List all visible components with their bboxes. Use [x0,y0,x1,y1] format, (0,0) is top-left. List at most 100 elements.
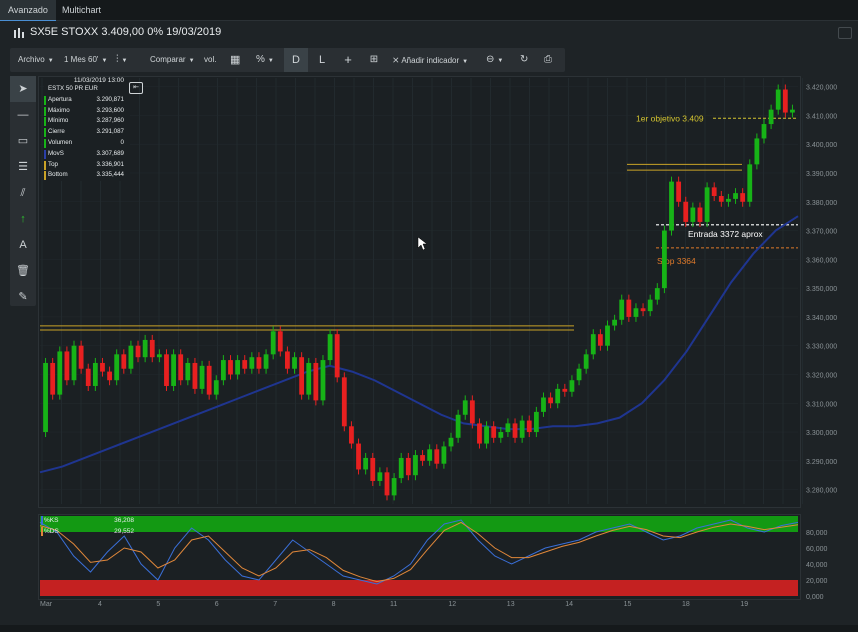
candle-body [220,360,226,381]
x-tick-label: 13 [507,601,515,608]
stoch-y-tick-label: 20,000 [806,578,828,585]
candle-body [413,455,418,476]
candle-body [178,354,184,381]
candle-body [285,351,290,369]
infobox-row: Apertura 3.290,871 [44,95,130,106]
candle-body [270,331,276,355]
infobox-row: Volumen 0 [44,138,130,149]
candle-body [555,388,561,404]
close-infobox-icon[interactable]: ⇤ [129,82,143,94]
candle-body [782,89,788,113]
candle-body [313,362,319,401]
infobox-color-mark [44,106,46,116]
candle-body [441,446,447,464]
candle-body [754,138,760,165]
candle-body [320,360,326,401]
candle-body [455,414,461,438]
y-tick-label: 3.400,000 [806,142,837,149]
infobox-row: Cierre 3.291,087 [44,127,130,138]
candle-body [85,368,91,386]
y-tick-label: 3.320,000 [806,372,837,379]
candle-body [590,334,596,355]
candle-body [647,299,653,312]
candle-body [726,198,731,202]
candle-body [427,449,433,461]
candle-body [512,423,518,438]
ks-color-mark [41,516,43,525]
infobox-value: 3.336,901 [96,160,124,168]
candle-body [306,362,312,395]
ks-legend-row: %KS 36,208 [41,515,134,526]
infobox-row: MovS 3.307,689 [44,149,130,160]
candle-body [697,207,703,222]
candle-body [277,331,283,352]
y-tick-label: 3.340,000 [806,315,837,322]
candle-body [199,365,205,389]
infobox-label: Volumen [48,138,73,146]
candle-body [206,365,212,395]
candle-body [768,109,774,125]
candle-body [256,357,262,369]
infobox-color-mark [44,160,46,170]
candle-body [384,472,390,496]
candle-body [477,423,482,444]
candle-body [398,457,404,479]
candle-body [405,457,411,476]
x-tick-label: 15 [624,601,632,608]
candle-body [633,308,639,317]
candle-body [519,420,525,438]
candle-body [50,362,56,395]
infobox-date: 11/03/2019 13:00 [73,77,124,84]
infobox-row: Máximo 3.293,600 [44,106,130,117]
candle-body [377,472,383,481]
y-tick-label: 3.420,000 [806,85,837,92]
ds-value: 29,552 [114,528,134,535]
overbought-zone [40,516,798,532]
candle-body [562,388,568,392]
candle-body [363,457,369,470]
ds-label: %DS [44,528,59,535]
infobox-color-mark [44,117,46,127]
candle-body [71,345,77,381]
candle-body [576,368,582,381]
candle-body [114,354,120,381]
candle-body [92,362,98,386]
stoch-y-tick-label: 0,000 [806,594,824,601]
x-tick-label: 18 [682,601,690,608]
x-tick-label: 4 [98,601,102,608]
candle-body [107,371,112,381]
x-tick-label: 12 [448,601,456,608]
candle-body [327,334,333,361]
candle-body [100,362,105,372]
infobox-color-mark [44,95,46,105]
infobox-color-mark [44,171,46,181]
candle-body [605,325,610,346]
candle-body [612,319,618,326]
ks-value: 36,208 [114,517,134,524]
candle-body [64,351,70,381]
candle-body [676,181,682,202]
infobox-color-mark [44,138,46,148]
stochastic-legend: %KS 36,208 %DS 29,552 [41,515,134,537]
infobox-instrument-row: ESTX 50 PR EUR [44,84,130,95]
candle-body [420,455,425,461]
candle-body [790,109,795,113]
infobox-value: 3.287,960 [96,117,124,125]
infobox-color-mark [44,128,46,138]
infobox-label: Mínimo [48,117,69,125]
candle-body [669,181,674,231]
candle-body [121,354,127,369]
candle-body [235,360,241,375]
mouse-cursor-icon [417,236,428,251]
candle-body [213,380,219,395]
infobox-value: 3.290,871 [96,95,124,103]
ds-legend-row: %DS 29,552 [41,526,134,537]
y-tick-label: 3.300,000 [806,430,837,437]
infobox-label: Bottom [48,171,68,179]
candle-body [356,443,361,470]
y-tick-label: 3.390,000 [806,171,837,178]
infobox-color-mark [44,149,46,159]
candle-body [434,449,440,464]
candle-body [242,360,248,369]
ds-color-mark [41,527,43,536]
